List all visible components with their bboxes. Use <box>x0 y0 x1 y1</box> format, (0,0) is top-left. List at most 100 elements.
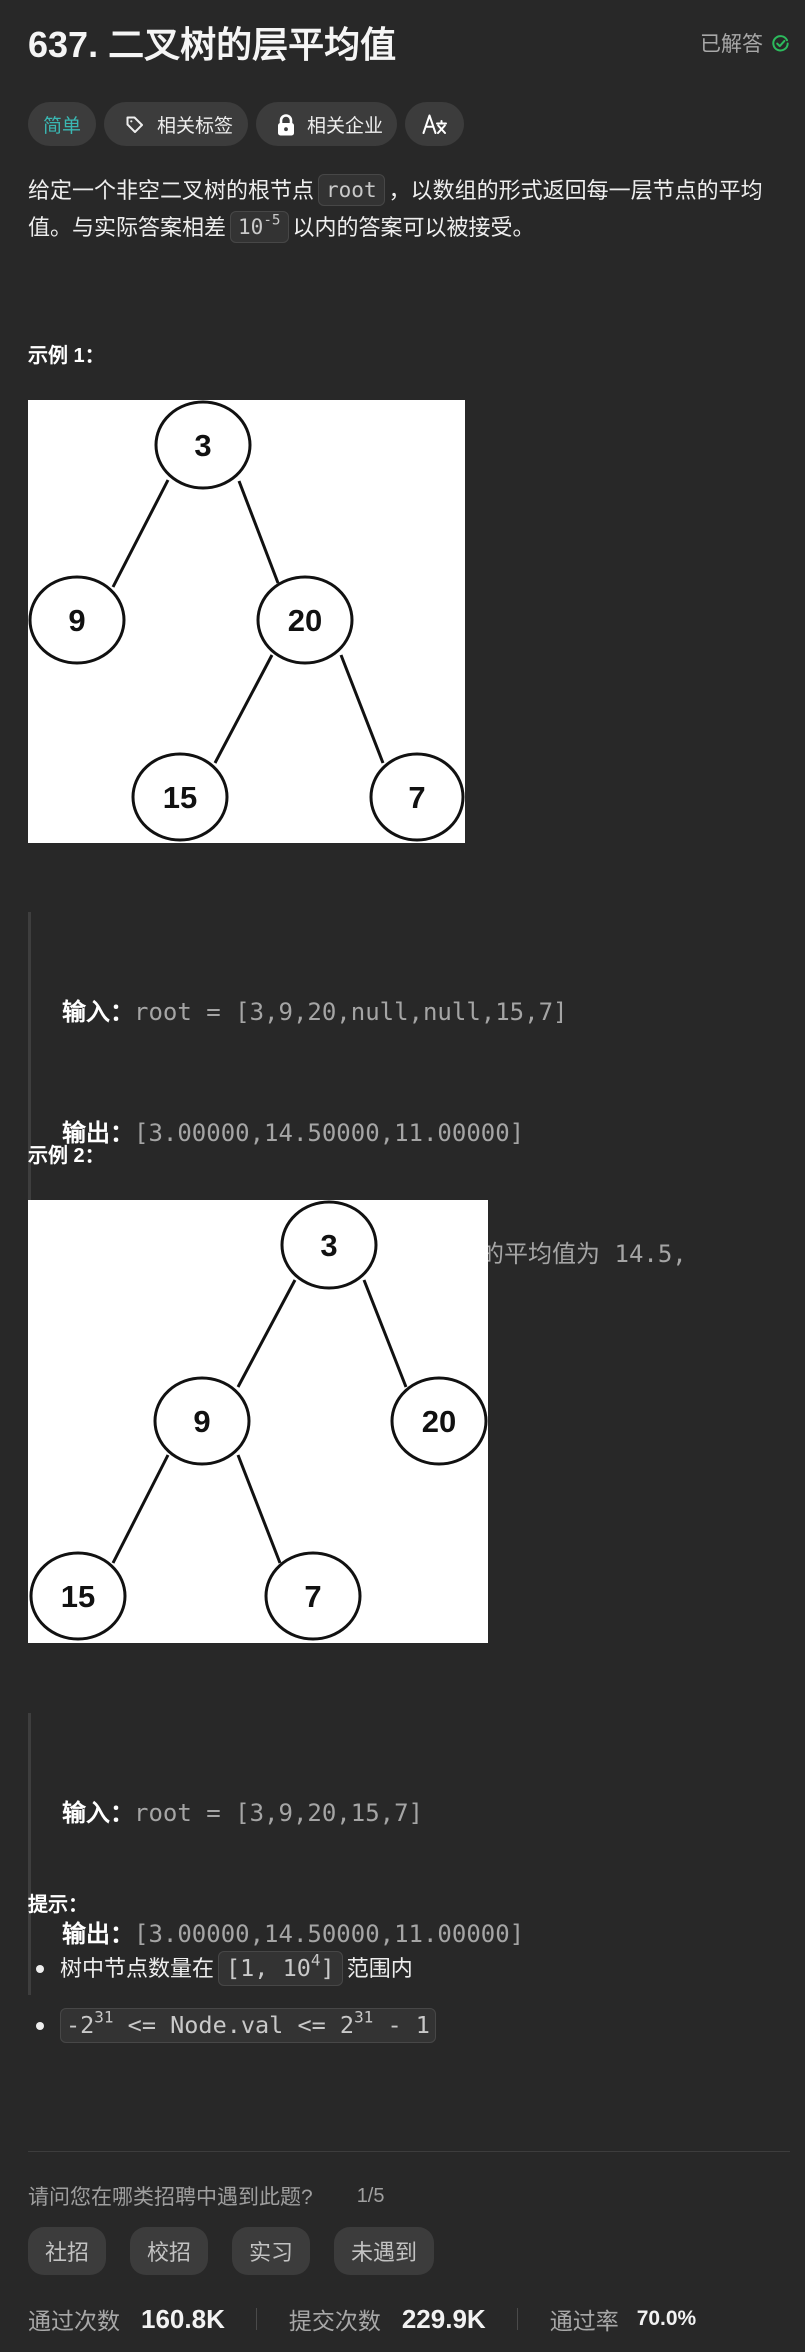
tree-node: 9 <box>28 575 126 665</box>
option-internship[interactable]: 实习 <box>232 2227 311 2275</box>
example-output-line: 输出：[3.00000,14.50000,11.00000] <box>62 1113 687 1154</box>
example-2-title: 示例 2： <box>28 1145 105 1167</box>
accepted-count-value: 160.8K <box>141 2303 225 2334</box>
acceptance-rate-value: 70.0% <box>636 2307 697 2330</box>
code-superscript: 31 <box>94 2007 114 2027</box>
interview-question-text: 请问您在哪类招聘中遇到此题? <box>28 2186 313 2209</box>
tree-node-value: 9 <box>68 603 85 638</box>
translate-button[interactable] <box>405 102 465 146</box>
example-1-tree-image: 3 9 20 15 7 <box>28 400 465 843</box>
tree-edge <box>362 1279 408 1388</box>
stats-divider <box>516 2308 518 2330</box>
inline-code-node-value-range: -231 <= Node.val <= 231 - 1 <box>60 2007 436 2043</box>
interview-question: 请问您在哪类招聘中遇到此题? 1/5 <box>28 2181 385 2211</box>
input-value: root = [3,9,20,null,null,15,7] <box>134 998 568 1026</box>
option-campus-hiring[interactable]: 校招 <box>130 2227 209 2275</box>
related-topics-label: 相关标签 <box>157 115 234 137</box>
tree-node: 20 <box>390 1376 488 1466</box>
section-divider <box>28 2151 790 2152</box>
interview-question-progress: 1/5 <box>356 2184 385 2207</box>
related-topics-button[interactable]: 相关标签 <box>104 102 249 146</box>
constraints-list: 树中节点数量在 [1, 104] 范围内 -231 <= Node.val <= 2… <box>28 1949 440 2046</box>
tree-edge <box>213 654 274 764</box>
tree-edge <box>111 479 170 588</box>
input-label: 输入： <box>62 1800 134 1827</box>
tree-node-value: 3 <box>194 428 211 463</box>
option-not-encountered[interactable]: 未遇到 <box>334 2227 435 2275</box>
code-superscript: 4 <box>310 1950 321 1970</box>
description-text: ，以数组的形式返回每一层节点的平均 <box>388 178 763 203</box>
constraints-title: 提示： <box>28 1894 88 1916</box>
problem-description: 给定一个非空二叉树的根节点 root ，以数组的形式返回每一层节点的平均值。与实际答… <box>28 172 793 246</box>
tree-node-value: 9 <box>193 1404 210 1439</box>
tree-node: 7 <box>264 1551 362 1641</box>
submission-count-value: 229.9K <box>401 2303 486 2334</box>
tree-edge <box>237 480 280 584</box>
tree-node-value: 15 <box>61 1579 95 1614</box>
constraint-item: -231 <= Node.val <= 231 - 1 <box>28 2006 440 2046</box>
bullet-dot <box>36 1965 44 1973</box>
input-value: root = [3,9,20,15,7] <box>134 1799 423 1827</box>
description-text: 值。与实际答案相差 <box>28 215 227 240</box>
check-circle-icon <box>772 34 789 52</box>
code-text: [1, 10 <box>226 1953 311 1982</box>
tree-node-value: 15 <box>163 780 197 815</box>
tree-node: 9 <box>153 1376 251 1466</box>
tolerance-exponent: -5 <box>263 212 281 229</box>
tree-edge <box>236 1454 282 1564</box>
stats-divider <box>255 2308 257 2330</box>
related-companies-button[interactable]: 相关企业 <box>256 102 398 146</box>
example-2-tree-image: 3 9 20 15 7 <box>28 1200 488 1643</box>
input-label: 输入： <box>62 999 134 1026</box>
inline-code-tolerance: 10-5 <box>230 211 289 244</box>
tree-node: 3 <box>280 1200 378 1290</box>
translate-icon <box>422 114 448 134</box>
difficulty-label: 简单 <box>43 115 82 137</box>
accepted-count-label: 通过次数 <box>28 2308 120 2334</box>
related-companies-label: 相关企业 <box>307 115 384 137</box>
code-text: - 1 <box>373 2010 430 2039</box>
acceptance-rate-label: 通过率 <box>549 2308 619 2334</box>
difficulty-badge[interactable]: 简单 <box>28 102 97 146</box>
interview-options: 社招 校招 实习 未遇到 <box>28 2227 435 2275</box>
submission-stats: 通过次数 160.8K 提交次数 229.9K 通过率 70.0% <box>28 2301 696 2337</box>
inline-code-node-count: [1, 104] <box>218 1950 343 1986</box>
tree-edge <box>111 1454 170 1564</box>
code-text: -2 <box>66 2010 95 2039</box>
problem-title: 637. 二叉树的层平均值 <box>28 24 397 65</box>
solved-status: 已解答 <box>700 28 789 58</box>
constraint-item: 树中节点数量在 [1, 104] 范围内 <box>28 1949 440 1989</box>
option-social-hiring[interactable]: 社招 <box>28 2227 107 2275</box>
example-input-line: 输入：root = [3,9,20,null,null,15,7] <box>62 992 687 1033</box>
problem-tags: 简单 相关标签 相关企业 <box>28 102 465 146</box>
tree-node-value: 7 <box>408 780 425 815</box>
description-text: 以内的答案可以被接受。 <box>292 215 535 240</box>
example-input-line: 输入：root = [3,9,20,15,7] <box>62 1793 524 1834</box>
code-text: <= Node.val <= 2 <box>113 2010 355 2039</box>
tree-node: 15 <box>29 1551 127 1641</box>
tree-node: 7 <box>369 752 465 842</box>
code-superscript: 31 <box>354 2007 374 2027</box>
tolerance-base: 10 <box>238 215 264 240</box>
tree-node-value: 20 <box>288 603 322 638</box>
output-value: [3.00000,14.50000,11.00000] <box>134 1119 525 1147</box>
tree-node: 15 <box>131 752 229 842</box>
tree-node-value: 20 <box>422 1404 456 1439</box>
bullet-dot <box>36 2022 44 2030</box>
tree-node: 20 <box>256 575 354 665</box>
submission-count-label: 提交次数 <box>288 2308 381 2334</box>
tree-edge <box>339 654 385 764</box>
solved-status-text: 已解答 <box>700 33 763 56</box>
example-1-title: 示例 1： <box>28 345 105 367</box>
lock-icon <box>275 113 297 136</box>
constraint-text: 树中节点数量在 <box>60 1956 215 1981</box>
constraint-text: 范围内 <box>346 1956 413 1981</box>
output-label: 输出： <box>62 1921 134 1948</box>
code-text: ] <box>320 1953 335 1982</box>
output-value: [3.00000,14.50000,11.00000] <box>134 1920 525 1948</box>
description-text: 给定一个非空二叉树的根节点 <box>28 178 315 203</box>
tag-icon <box>125 115 144 134</box>
tree-node-value: 3 <box>320 1228 337 1263</box>
inline-code-root: root <box>318 174 385 207</box>
tree-node-value: 7 <box>304 1579 321 1614</box>
